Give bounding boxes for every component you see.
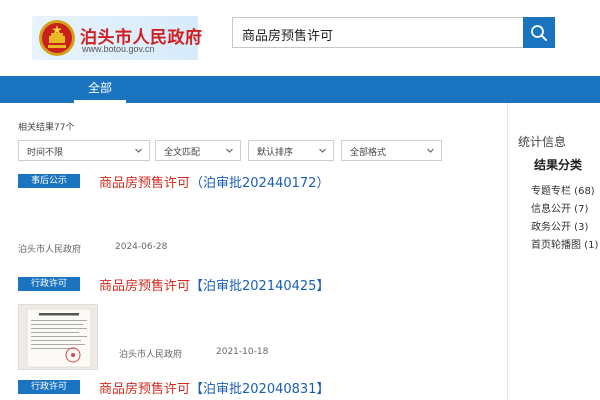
time-filter-select[interactable]: 时间不限 [18, 140, 150, 161]
result-title-code: 【泊审批202140425】 [190, 279, 330, 294]
result-title-link[interactable]: 商品房预售许可（泊审批202440172） [99, 172, 329, 191]
format-filter-label: 全部格式 [350, 148, 387, 158]
chevron-down-icon [226, 148, 233, 153]
national-emblem-icon [39, 20, 75, 56]
result-count: 相关结果77个 [18, 123, 75, 133]
result-title-link[interactable]: 商品房预售许可【泊审批202040831】 [99, 378, 329, 397]
category-badge: 行政许可 [18, 277, 80, 291]
search-icon [531, 24, 547, 41]
search-input-value: 商品房预售许可 [242, 29, 334, 44]
sidebar-subtitle: 结果分类 [534, 158, 583, 172]
result-source: 泊头市人民政府 [18, 245, 82, 255]
main-nav: 全部 [0, 76, 600, 103]
site-url: www.botou.gov.cn [82, 44, 155, 54]
result-title-link[interactable]: 商品房预售许可【泊审批202140425】 [99, 275, 329, 294]
search-input[interactable]: 商品房预售许可 [232, 17, 524, 48]
document-preview-image [19, 305, 97, 369]
result-title-main: 商品房预售许可 [99, 382, 191, 397]
result-title-code: （泊审批202440172） [190, 176, 330, 191]
chevron-down-icon [135, 148, 142, 153]
sidebar-item-gov-affairs[interactable]: 政务公开 (3) [531, 218, 588, 233]
result-source: 泊头市人民政府 [119, 350, 183, 360]
chevron-down-icon [319, 148, 326, 153]
active-tab-indicator [74, 100, 126, 103]
tab-all-label: 全部 [87, 81, 112, 95]
chevron-down-icon [427, 148, 434, 153]
sort-filter-label: 默认排序 [257, 148, 294, 158]
sidebar-item-homepage-carousel[interactable]: 首页轮播图 (1) [531, 236, 598, 251]
site-logo[interactable]: 泊头市人民政府 www.botou.gov.cn [32, 16, 202, 60]
sort-filter-select[interactable]: 默认排序 [248, 140, 334, 161]
result-date: 2024-06-28 [115, 242, 168, 252]
result-date: 2021-10-18 [216, 347, 269, 357]
result-title-main: 商品房预售许可 [99, 176, 191, 191]
sidebar-item-info-disclosure[interactable]: 信息公开 (7) [531, 200, 588, 215]
tab-all[interactable]: 全部 [74, 76, 126, 103]
result-title-main: 商品房预售许可 [99, 279, 191, 294]
sidebar-title: 统计信息 [518, 135, 567, 149]
result-title-code: 【泊审批202040831】 [190, 382, 330, 397]
search-button[interactable] [523, 17, 555, 48]
time-filter-label: 时间不限 [27, 148, 64, 158]
category-badge: 事后公示 [18, 174, 80, 188]
result-thumbnail[interactable] [18, 304, 98, 370]
match-filter-label: 全文匹配 [164, 148, 201, 158]
match-filter-select[interactable]: 全文匹配 [155, 140, 241, 161]
format-filter-select[interactable]: 全部格式 [341, 140, 442, 161]
sidebar-divider [507, 103, 508, 400]
category-badge: 行政许可 [18, 380, 80, 394]
sidebar-item-special-topics[interactable]: 专题专栏 (68) [531, 182, 595, 197]
